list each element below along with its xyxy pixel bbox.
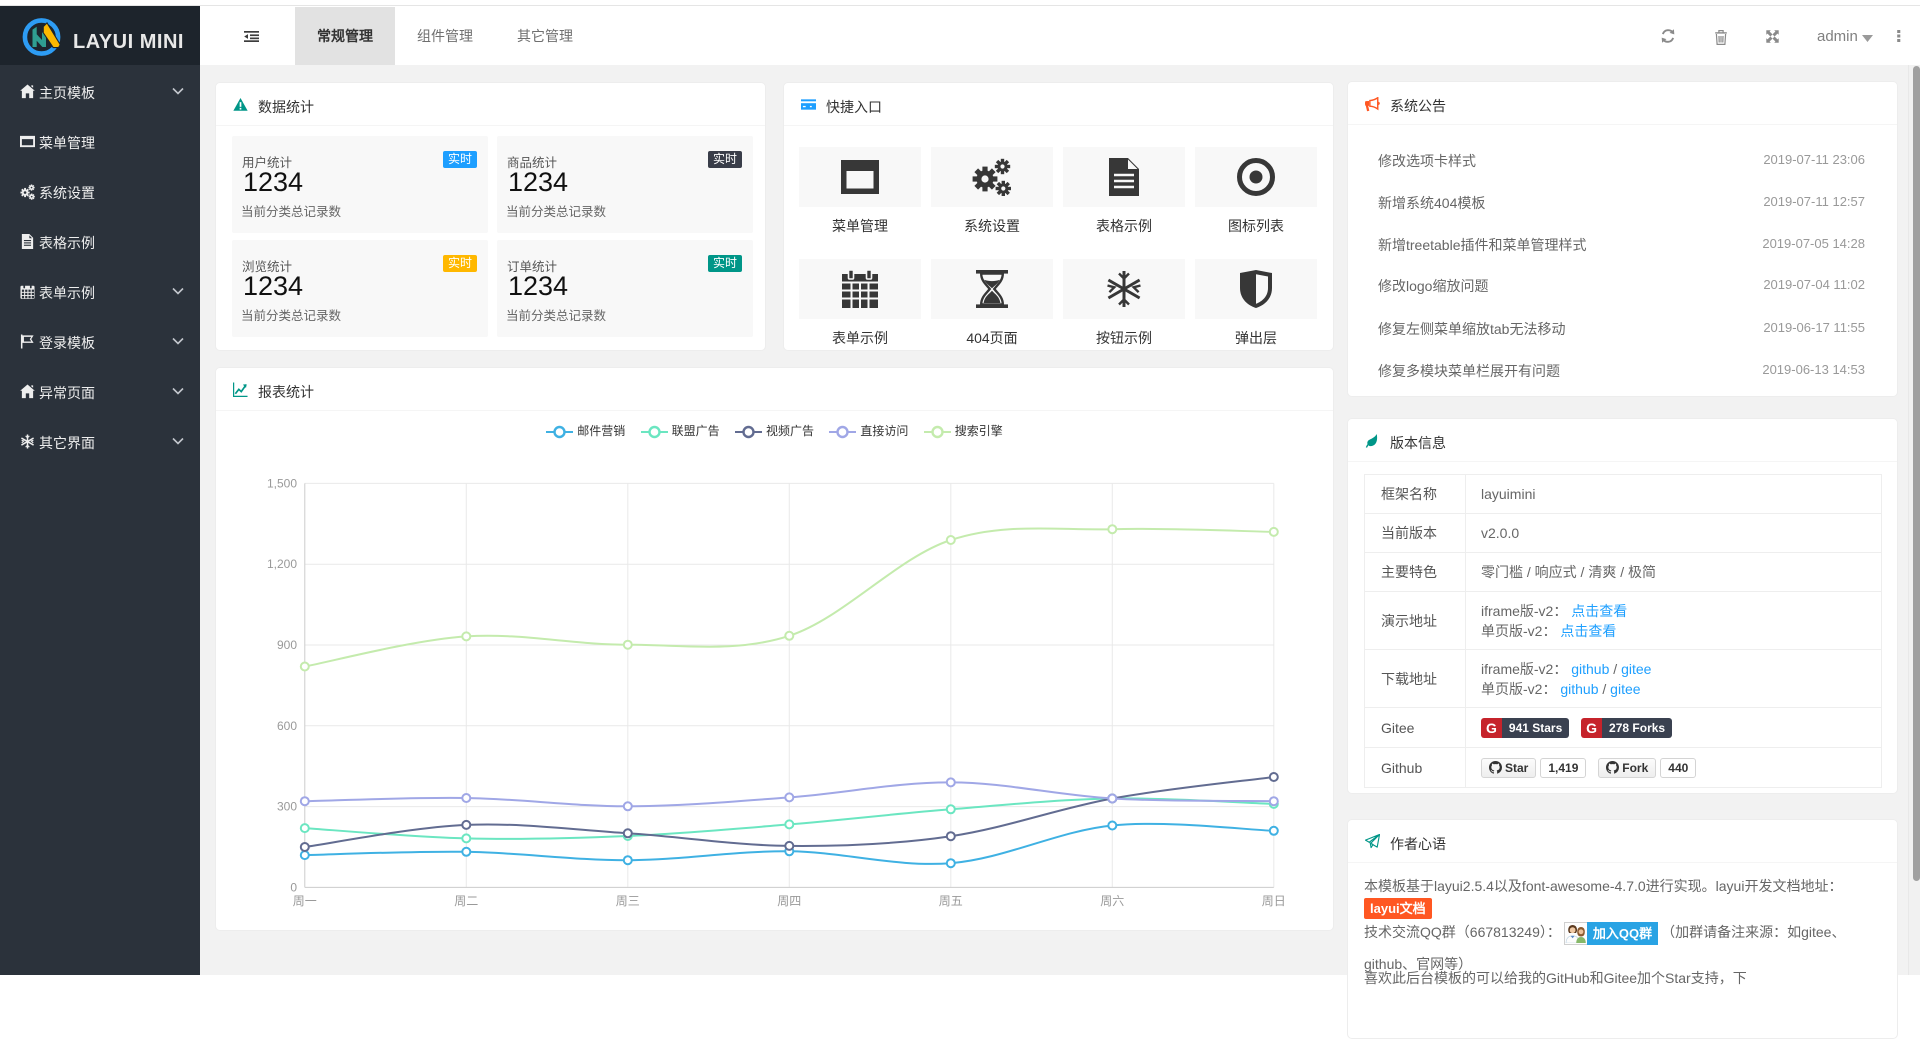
- svg-text:900: 900: [277, 638, 297, 652]
- svg-text:0: 0: [290, 880, 297, 894]
- svg-text:1,500: 1,500: [267, 476, 297, 490]
- svg-text:周一: 周一: [293, 894, 317, 908]
- svg-text:1,200: 1,200: [267, 557, 297, 571]
- svg-text:周日: 周日: [1262, 894, 1286, 908]
- svg-text:300: 300: [277, 800, 297, 814]
- svg-text:周五: 周五: [939, 894, 963, 908]
- svg-text:周二: 周二: [454, 894, 478, 908]
- svg-text:周六: 周六: [1100, 894, 1124, 908]
- svg-text:600: 600: [277, 719, 297, 733]
- svg-text:周三: 周三: [616, 894, 640, 908]
- svg-text:周四: 周四: [777, 894, 801, 908]
